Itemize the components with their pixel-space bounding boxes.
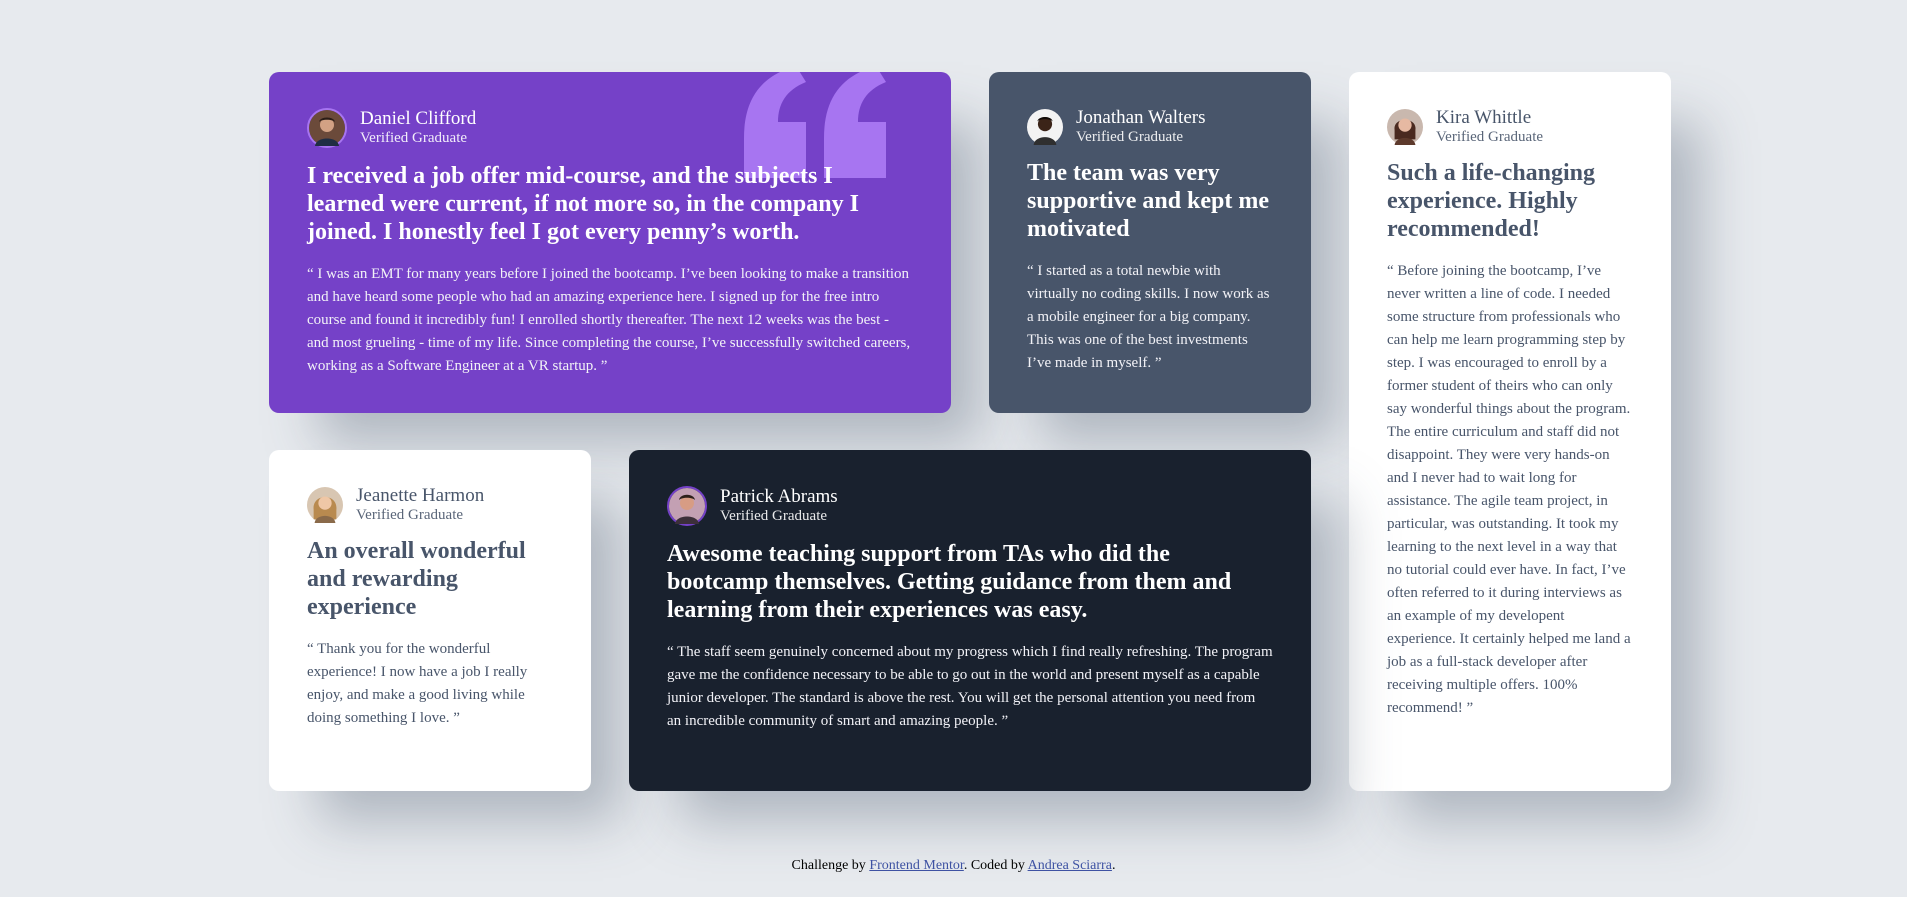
author-block: Jonathan Walters Verified Graduate [1027, 107, 1273, 145]
testimonial-body: “ Thank you for the wonderful experience… [307, 641, 528, 727]
author-block: Kira Whittle Verified Graduate [1387, 107, 1633, 145]
testimonial-card-jeanette-harmon: Jeanette Harmon Verified Graduate An ove… [269, 450, 591, 791]
testimonial-headline: Awesome teaching support from TAs who di… [667, 541, 1232, 623]
author-name: Kira Whittle [1436, 107, 1532, 128]
testimonial-body: “ I started as a total newbie with virtu… [1027, 263, 1270, 372]
testimonial-card-kira-whittle: Kira Whittle Verified Graduate Such a li… [1349, 72, 1671, 791]
footer-suffix: . [1111, 858, 1116, 873]
author-block: Daniel Clifford Verified Graduate [307, 108, 913, 148]
author-name: Jeanette Harmon [356, 485, 485, 506]
testimonial-body: “ The staff seem genuinely concerned abo… [667, 644, 1273, 729]
footer-middle: . Coded by [963, 858, 1028, 873]
avatar [307, 108, 347, 148]
author-block: Patrick Abrams Verified Graduate [667, 486, 1273, 526]
author-name: Jonathan Walters [1076, 107, 1206, 128]
author-role: Verified Graduate [1076, 128, 1184, 145]
avatar [1387, 108, 1423, 145]
footer-prefix: Challenge by [791, 858, 870, 873]
author-role: Verified Graduate [360, 130, 468, 147]
author-link[interactable]: Andrea Sciarra [1028, 858, 1112, 873]
author-role: Verified Graduate [1436, 128, 1544, 145]
testimonial-body: “ I was an EMT for many years before I j… [307, 266, 911, 374]
testimonial-card-patrick-abrams: Patrick Abrams Verified Graduate Awesome… [629, 450, 1311, 791]
testimonial-headline: Such a life-changing experience. Highly … [1387, 160, 1596, 243]
avatar [307, 486, 343, 523]
attribution-footer: Challenge by Frontend Mentor. Coded by A… [0, 858, 1907, 874]
testimonial-card-daniel-clifford: Daniel Clifford Verified Graduate I rece… [269, 72, 951, 413]
testimonial-headline: The team was very supportive and kept me… [1027, 160, 1270, 243]
testimonial-headline: I received a job offer mid-course, and t… [307, 163, 859, 245]
frontend-mentor-link[interactable]: Frontend Mentor [869, 858, 964, 873]
author-name: Patrick Abrams [720, 486, 838, 508]
author-role: Verified Graduate [356, 506, 464, 523]
avatar [667, 486, 707, 526]
author-name: Daniel Clifford [360, 108, 477, 130]
author-block: Jeanette Harmon Verified Graduate [307, 485, 553, 523]
author-role: Verified Graduate [720, 508, 828, 525]
testimonial-body: “ Before joining the bootcamp, I’ve neve… [1387, 263, 1631, 717]
testimonial-headline: An overall wonderful and rewarding exper… [307, 538, 526, 621]
avatar [1027, 108, 1063, 145]
testimonial-card-jonathan-walters: Jonathan Walters Verified Graduate The t… [989, 72, 1311, 413]
